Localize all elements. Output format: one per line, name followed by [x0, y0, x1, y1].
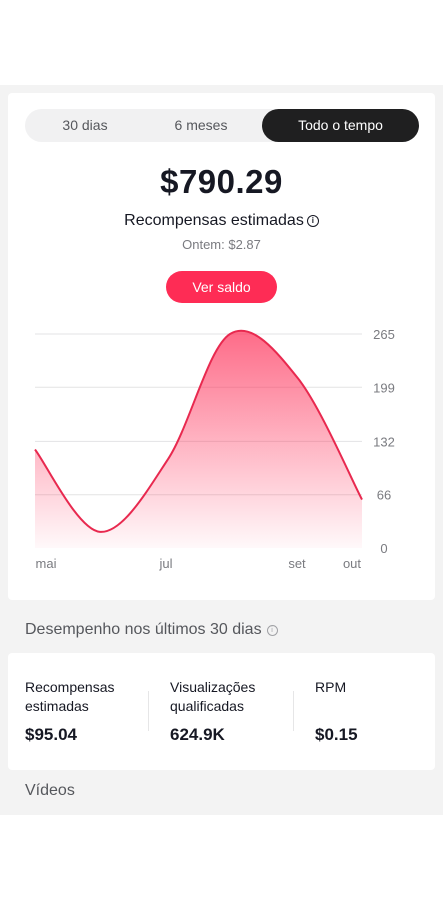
- stat-value: $95.04: [25, 725, 77, 744]
- y-tick-label: 265: [373, 327, 395, 342]
- y-tick-label: 0: [380, 541, 387, 556]
- reward-title: Recompensas estimadas i: [8, 212, 435, 230]
- stat-divider: [293, 691, 294, 731]
- stat-divider: [148, 691, 149, 731]
- y-tick-label: 199: [373, 380, 395, 395]
- stat-label: Recompensas estimadas: [25, 679, 115, 714]
- y-tick-label: 132: [373, 434, 395, 449]
- info-icon[interactable]: i: [306, 215, 319, 227]
- tab-todo-o-tempo[interactable]: Todo o tempo: [262, 109, 419, 142]
- period-selector: 30 dias 6 meses Todo o tempo: [25, 109, 419, 142]
- videos-title: Vídeos: [25, 782, 75, 799]
- x-tick-label: jul: [158, 556, 172, 571]
- tab-6-meses[interactable]: 6 meses: [141, 109, 261, 142]
- ver-saldo-button[interactable]: Ver saldo: [166, 271, 277, 303]
- y-tick-label: 66: [377, 488, 391, 503]
- stat-value: $0.15: [315, 725, 358, 744]
- balance-amount: $790.29: [160, 163, 283, 200]
- performance-info-icon[interactable]: i: [266, 625, 278, 636]
- reward-title-label: Recompensas estimadas: [124, 212, 304, 229]
- tab-30-dias[interactable]: 30 dias: [25, 109, 145, 142]
- x-tick-label: mai: [36, 556, 57, 571]
- stat-label: RPM: [315, 679, 347, 695]
- earnings-card: 30 dias 6 meses Todo o tempo $790.29 Rec…: [8, 93, 435, 600]
- chart-area: [35, 330, 362, 548]
- earnings-chart: 265 199 132 66 0 mai jul set out: [34, 327, 395, 571]
- x-tick-label: out: [343, 556, 361, 571]
- stats-card: Recompensas estimadas $95.04 Visualizaçõ…: [8, 653, 435, 770]
- performance-title-label: Desempenho nos últimos 30 dias: [25, 621, 262, 638]
- performance-title: Desempenho nos últimos 30 dias i: [25, 621, 278, 639]
- stat-value: 624.9K: [170, 725, 225, 744]
- yesterday-earnings: Ontem: $2.87: [182, 237, 261, 252]
- stat-label: Visualizações qualificadas: [170, 679, 256, 714]
- x-tick-label: set: [288, 556, 306, 571]
